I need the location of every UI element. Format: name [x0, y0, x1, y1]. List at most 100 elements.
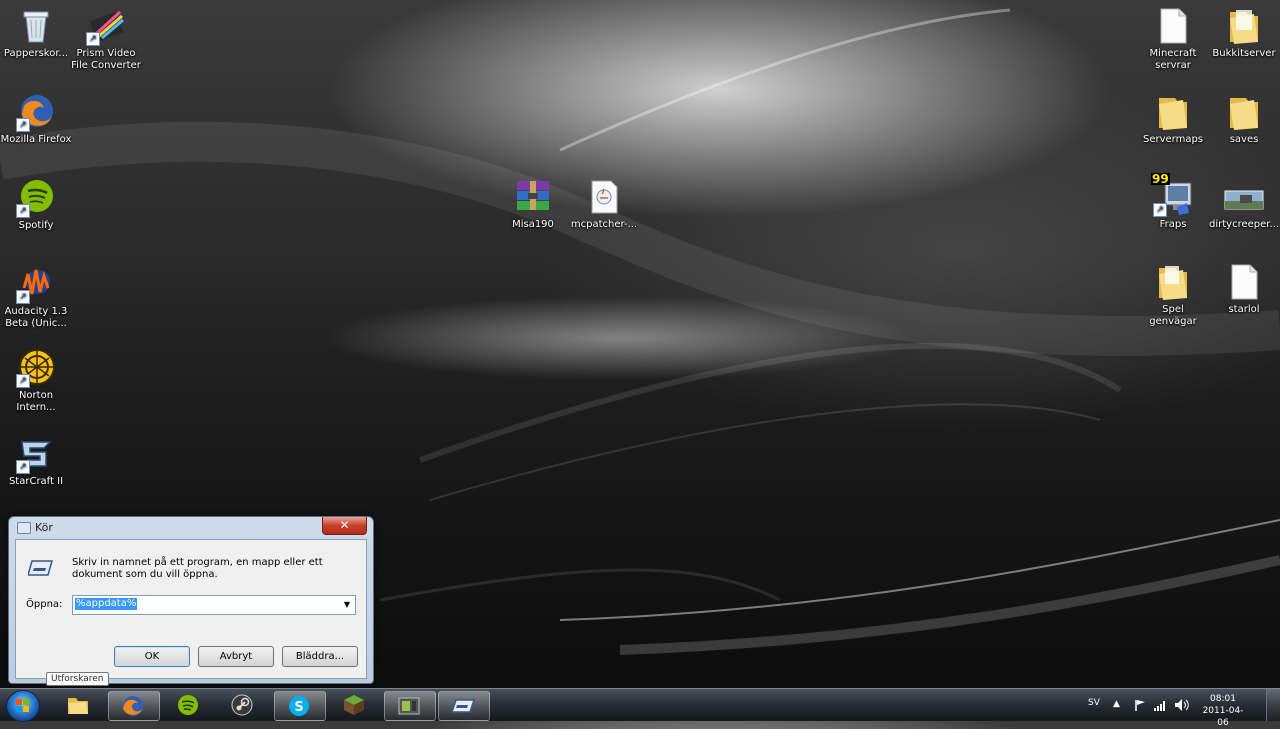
desktop-icon-bukkitserver[interactable]: Bukkitserver [1208, 6, 1280, 60]
close-button[interactable]: ✕ [322, 517, 367, 535]
run-icon [17, 522, 31, 534]
fps-badge: 99 [1151, 172, 1170, 186]
run-icon [451, 699, 475, 713]
skype-icon: S [289, 696, 309, 716]
shortcut-arrow-icon: ↗ [16, 118, 30, 132]
minecraft-icon [344, 695, 364, 715]
run-dialog-titlebar[interactable]: Kör ✕ [9, 517, 373, 539]
browse-button[interactable]: Bläddra... [282, 646, 358, 667]
desktop-icon-servermaps[interactable]: Servermaps [1137, 92, 1209, 146]
desktop-icon-label: Spel genvägar [1149, 304, 1197, 327]
shortcut-arrow-icon: ↗ [16, 374, 30, 388]
windows-logo-icon [16, 699, 29, 712]
desktop-icon-misa190[interactable]: Misa190 [497, 177, 569, 231]
desktop-icon-label: starlol [1228, 304, 1260, 315]
taskbar-run[interactable] [438, 691, 490, 721]
document-icon [1153, 6, 1193, 46]
shortcut-arrow-icon: ↗ [86, 32, 100, 46]
svg-text:S: S [294, 700, 303, 715]
desktop-icon-label: saves [1229, 134, 1259, 145]
desktop-icon-audacity[interactable]: ↗ Audacity 1.3 Beta (Unic... [0, 264, 72, 330]
desktop-icon-recycle-bin[interactable]: Papperskor... [0, 6, 72, 60]
firefox-icon: ↗ [16, 92, 56, 132]
folder-icon [1153, 262, 1193, 302]
clock-time: 08:01 [1210, 694, 1236, 704]
explorer-folder-icon [68, 698, 88, 714]
network-icon[interactable] [1153, 698, 1167, 712]
desktop-icon-spotify[interactable]: ↗ Spotify [0, 178, 72, 232]
desktop-icon-label: Fraps [1159, 219, 1187, 230]
shortcut-arrow-icon: ↗ [16, 204, 30, 218]
norton-icon: ↗ [16, 348, 56, 388]
show-desktop-button[interactable] [1266, 689, 1280, 721]
folder-icon [1224, 6, 1264, 46]
open-label: Öppna: [26, 599, 63, 610]
desktop-icon-label: Minecraft servrar [1149, 48, 1197, 71]
folder-icon [1153, 92, 1193, 132]
document-icon [1224, 262, 1264, 302]
desktop-icon-norton[interactable]: ↗ Norton Intern... [0, 348, 72, 414]
desktop-icon-label: dirtycreeper... [1209, 219, 1279, 230]
fraps-icon: 99 ↗ [1151, 173, 1193, 217]
taskbar: S SV ▲ 08:01 2011-04-06 [0, 688, 1280, 728]
prism-video-icon: ↗ [86, 6, 126, 46]
desktop-icon-label: Misa190 [512, 219, 554, 230]
java-file-icon [584, 177, 624, 217]
folder-icon [1224, 92, 1264, 132]
desktop-icon-firefox[interactable]: ↗ Mozilla Firefox [0, 92, 72, 146]
taskbar-minecraft[interactable] [330, 691, 380, 719]
desktop-icon-label: Papperskor... [3, 48, 69, 59]
steam-icon [231, 694, 253, 716]
recycle-bin-icon [16, 6, 56, 46]
volume-icon[interactable] [1174, 698, 1190, 712]
desktop-icon-fraps[interactable]: 99 ↗ Fraps [1137, 173, 1209, 231]
desktop-icon-label: mcpatcher-... [570, 219, 638, 230]
desktop-icon-starlol[interactable]: starlol [1208, 262, 1280, 316]
taskbar-tooltip: Utforskaren [46, 672, 109, 686]
chevron-down-icon[interactable]: ▼ [339, 596, 355, 614]
desktop-icon-label: Bukkitserver [1212, 48, 1276, 59]
desktop-icon-label: StarCraft II [8, 476, 64, 487]
run-dialog: Kör ✕ Skriv in namnet på ett program, en… [8, 516, 374, 684]
chevron-up-icon[interactable]: ▲ [1113, 699, 1120, 709]
open-input-value[interactable]: %appdata% [75, 598, 138, 610]
desktop-icon-label: Norton Intern... [16, 390, 56, 413]
server-app-icon [398, 697, 420, 715]
language-indicator[interactable]: SV [1088, 698, 1100, 708]
desktop-icon-label: Mozilla Firefox [0, 134, 72, 145]
taskbar-server-app[interactable] [384, 691, 436, 721]
ok-button[interactable]: OK [114, 646, 190, 667]
firefox-icon [123, 696, 143, 716]
desktop-icon-starcraft[interactable]: ↗ StarCraft II [0, 434, 72, 488]
run-dialog-title: Kör [35, 521, 53, 534]
system-clock[interactable]: 08:01 2011-04-06 [1200, 693, 1246, 729]
desktop-icon-label: Audacity 1.3 Beta (Unic... [4, 306, 68, 329]
taskbar-firefox[interactable] [108, 691, 160, 721]
desktop-icon-prism-video[interactable]: ↗ Prism Video File Converter [70, 6, 142, 72]
spotify-icon: ↗ [16, 178, 56, 218]
desktop-icon-label: Prism Video File Converter [71, 48, 141, 71]
open-combobox[interactable]: %appdata% ▼ [72, 595, 356, 615]
taskbar-steam[interactable] [218, 691, 268, 719]
desktop-icon-minecraft-servrar[interactable]: Minecraft servrar [1137, 6, 1209, 72]
shortcut-arrow-icon: ↗ [16, 460, 30, 474]
desktop-icon-spel-genvagar[interactable]: Spel genvägar [1137, 262, 1209, 328]
shortcut-arrow-icon: ↗ [16, 290, 30, 304]
audacity-icon: ↗ [16, 264, 56, 304]
taskbar-explorer[interactable] [54, 691, 104, 719]
desktop-icon-label: Servermaps [1142, 134, 1204, 145]
spotify-icon [178, 695, 198, 715]
run-dialog-body: Skriv in namnet på ett program, en mapp … [15, 539, 367, 679]
starcraft-icon: ↗ [16, 434, 56, 474]
taskbar-skype[interactable]: S [274, 691, 326, 721]
winrar-archive-icon [513, 177, 553, 217]
desktop-icon-saves[interactable]: saves [1208, 92, 1280, 146]
taskbar-spotify[interactable] [164, 691, 214, 719]
desktop-icon-dirtycreeper[interactable]: dirtycreeper... [1208, 177, 1280, 231]
desktop-icon-mcpatcher[interactable]: mcpatcher-... [568, 177, 640, 231]
run-prompt-text: Skriv in namnet på ett program, en mapp … [72, 557, 323, 580]
action-center-flag-icon[interactable] [1133, 698, 1147, 712]
cancel-button[interactable]: Avbryt [198, 646, 274, 667]
start-button[interactable] [6, 690, 40, 722]
desktop-icon-label: Spotify [18, 220, 54, 231]
